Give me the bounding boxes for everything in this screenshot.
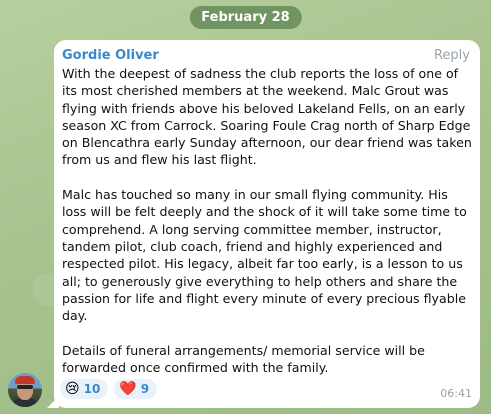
message-bubble[interactable]: Gordie Oliver Reply With the deepest of … xyxy=(47,40,480,408)
reply-button[interactable]: Reply xyxy=(434,48,470,63)
reaction-count: 9 xyxy=(140,382,150,396)
message-paragraph: With the deepest of sadness the club rep… xyxy=(62,66,472,168)
avatar[interactable] xyxy=(8,373,42,407)
reaction-count: 10 xyxy=(83,382,101,396)
red-heart-icon: ❤️ xyxy=(119,381,137,397)
date-separator: February 28 xyxy=(189,6,302,29)
reaction-crying[interactable]: 😢 10 xyxy=(60,379,109,399)
message-timestamp: 06:41 xyxy=(440,387,472,400)
message-text: With the deepest of sadness the club rep… xyxy=(62,65,472,376)
reactions-bar: 😢 10 ❤️ 9 xyxy=(60,379,158,399)
sender-name[interactable]: Gordie Oliver xyxy=(62,47,472,65)
message-paragraph: Details of funeral arrangements/ memoria… xyxy=(62,342,425,376)
crying-face-icon: 😢 xyxy=(65,381,80,397)
message-paragraph: Malc has touched so many in our small fl… xyxy=(62,187,467,324)
reaction-heart[interactable]: ❤️ 9 xyxy=(114,379,158,399)
